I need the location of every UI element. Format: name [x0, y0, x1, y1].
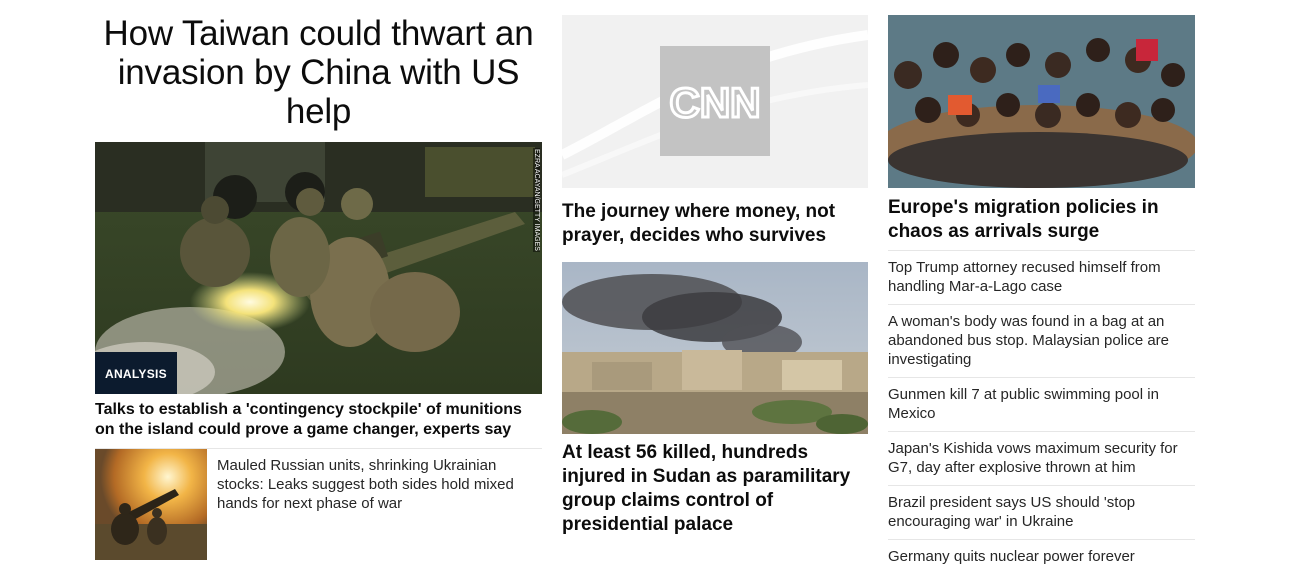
- headline-item[interactable]: Gunmen kill 7 at public swimming pool in…: [888, 377, 1195, 431]
- hero-image[interactable]: ANALYSIS EZRA ACAYAN/GETTY IMAGES: [95, 142, 542, 394]
- lead-story-column: How Taiwan could thwart an invasion by C…: [95, 0, 542, 560]
- analysis-badge: ANALYSIS: [95, 352, 177, 394]
- cnn-placeholder-image[interactable]: CNN: [562, 15, 868, 188]
- journey-story-link[interactable]: The journey where money, not prayer, dec…: [562, 200, 868, 248]
- headline-item[interactable]: Brazil president says US should 'stop en…: [888, 485, 1195, 539]
- headline-item[interactable]: Germany quits nuclear power forever: [888, 539, 1195, 574]
- headline-list: Top Trump attorney recused himself from …: [888, 250, 1195, 574]
- sudan-story-link[interactable]: At least 56 killed, hundreds injured in …: [562, 441, 868, 537]
- headline-item[interactable]: Top Trump attorney recused himself from …: [888, 250, 1195, 304]
- photo-credit: EZRA ACAYAN/GETTY IMAGES: [533, 148, 540, 252]
- hero-caption-link[interactable]: Talks to establish a 'contingency stockp…: [95, 400, 542, 440]
- migrant-boat-photo[interactable]: [888, 15, 1195, 188]
- cnn-logo-icon: CNN: [670, 79, 761, 126]
- sudan-photo[interactable]: [562, 262, 868, 434]
- artillery-photo[interactable]: [95, 449, 207, 560]
- headline-item[interactable]: Japan's Kishida vows maximum security fo…: [888, 431, 1195, 485]
- secondary-story-link[interactable]: Mauled Russian units, shrinking Ukrainia…: [217, 456, 542, 513]
- migration-story-link[interactable]: Europe's migration policies in chaos as …: [888, 196, 1195, 244]
- headline-item[interactable]: A woman's body was found in a bag at an …: [888, 304, 1195, 377]
- main-headline[interactable]: How Taiwan could thwart an invasion by C…: [95, 14, 542, 131]
